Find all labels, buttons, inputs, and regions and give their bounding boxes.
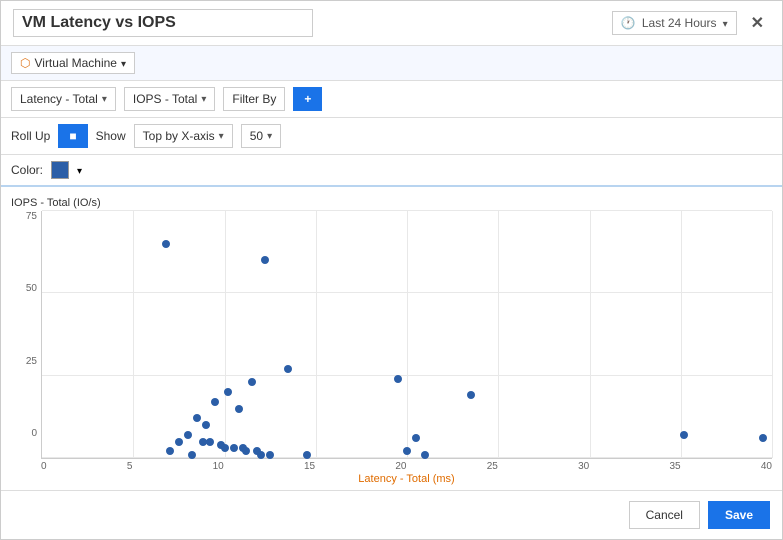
x-tick-20: 20	[395, 461, 406, 472]
vm-label: Virtual Machine	[34, 56, 117, 70]
color-label: Color:	[11, 163, 43, 177]
roll-up-label: Roll Up	[11, 129, 50, 143]
scatter-dot	[235, 405, 243, 413]
x-tick-30: 30	[578, 461, 589, 472]
scatter-dot	[467, 391, 475, 399]
vm-selector[interactable]: ⬡ Virtual Machine	[11, 52, 135, 74]
clock-icon: 🕐	[621, 16, 636, 30]
scatter-dot	[230, 444, 238, 452]
vm-icon: ⬡	[20, 56, 30, 70]
color-swatch[interactable]	[51, 161, 69, 179]
x-tick-25: 25	[487, 461, 498, 472]
top-by-dropdown[interactable]: Top by X-axis	[134, 124, 233, 148]
latency-label: Latency - Total	[20, 92, 98, 106]
scatter-dot	[680, 431, 688, 439]
y-axis: 75 50 25 0	[11, 211, 41, 459]
grid-v-25	[498, 211, 499, 458]
latency-chevron-icon	[102, 94, 107, 105]
scatter-dot	[421, 451, 429, 459]
x-tick-0: 0	[41, 461, 47, 472]
scatter-dot	[193, 414, 201, 422]
scatter-dot	[211, 398, 219, 406]
scatter-dot	[221, 444, 229, 452]
x-tick-40: 40	[761, 461, 772, 472]
scatter-dot	[403, 447, 411, 455]
x-tick-5: 5	[127, 461, 133, 472]
save-button[interactable]: Save	[708, 501, 770, 529]
scatter-dot	[242, 447, 250, 455]
grid-v-40	[772, 211, 773, 458]
scatter-dot	[248, 378, 256, 386]
iops-dropdown[interactable]: IOPS - Total	[124, 87, 216, 111]
dialog-header: VM Latency vs IOPS 🕐 Last 24 Hours ✕	[1, 1, 782, 46]
scatter-dot	[284, 365, 292, 373]
scatter-dot	[257, 451, 265, 459]
scatter-dot	[759, 434, 767, 442]
cancel-button[interactable]: Cancel	[629, 501, 700, 529]
scatter-dot	[166, 447, 174, 455]
y-tick-25: 25	[26, 356, 37, 367]
scatter-dot	[162, 240, 170, 248]
scatter-dot	[206, 438, 214, 446]
iops-label: IOPS - Total	[133, 92, 197, 106]
vm-toolbar-row: ⬡ Virtual Machine	[1, 46, 782, 81]
time-selector[interactable]: 🕐 Last 24 Hours	[612, 11, 737, 35]
grid-v-15	[316, 211, 317, 458]
y-tick-75: 75	[26, 211, 37, 222]
close-button[interactable]: ✕	[745, 11, 770, 35]
y-tick-50: 50	[26, 283, 37, 294]
dialog-title[interactable]: VM Latency vs IOPS	[13, 9, 313, 37]
y-axis-label: IOPS - Total (IO/s)	[11, 197, 772, 209]
grid-v-10	[225, 211, 226, 458]
chart-container: 75 50 25 0	[11, 211, 772, 459]
dialog-footer: Cancel Save	[1, 490, 782, 539]
x-tick-15: 15	[304, 461, 315, 472]
top-by-chevron-icon	[219, 131, 224, 142]
scatter-dot	[261, 256, 269, 264]
controls-row: Latency - Total IOPS - Total Filter By +	[1, 81, 782, 118]
time-label: Last 24 Hours	[642, 16, 717, 30]
vm-chevron-icon	[121, 56, 126, 70]
scatter-dot	[394, 375, 402, 383]
dialog: VM Latency vs IOPS 🕐 Last 24 Hours ✕ ⬡ V…	[0, 0, 783, 540]
scatter-dot	[188, 451, 196, 459]
iops-chevron-icon	[201, 94, 206, 105]
top-by-label: Top by X-axis	[143, 129, 215, 143]
time-chevron-icon	[723, 16, 728, 30]
scatter-dot	[175, 438, 183, 446]
x-tick-35: 35	[670, 461, 681, 472]
header-right: 🕐 Last 24 Hours ✕	[612, 11, 770, 35]
roll-up-row: Roll Up ■ Show Top by X-axis 50	[1, 118, 782, 155]
grid-v-5	[133, 211, 134, 458]
filter-by-button[interactable]: Filter By	[223, 87, 285, 111]
top-count-chevron-icon	[267, 131, 272, 142]
x-axis-label: Latency - Total (ms)	[11, 473, 772, 485]
add-filter-button[interactable]: +	[293, 87, 322, 111]
x-tick-10: 10	[213, 461, 224, 472]
scatter-dot	[184, 431, 192, 439]
chart-area: IOPS - Total (IO/s) 75 50 25 0	[1, 187, 782, 490]
grid-v-30	[590, 211, 591, 458]
color-row: Color:	[1, 155, 782, 187]
chart-plot	[41, 211, 772, 459]
scatter-dot	[202, 421, 210, 429]
color-chevron-icon	[77, 163, 82, 177]
grid-v-20	[407, 211, 408, 458]
latency-dropdown[interactable]: Latency - Total	[11, 87, 116, 111]
scatter-dot	[224, 388, 232, 396]
show-label: Show	[96, 129, 126, 143]
scatter-dot	[303, 451, 311, 459]
top-count-dropdown[interactable]: 50	[241, 124, 281, 148]
roll-up-toggle[interactable]: ■	[58, 124, 87, 148]
y-tick-0: 0	[31, 428, 37, 439]
scatter-dot	[266, 451, 274, 459]
x-axis: 0 5 10 15 20 25 30 35 40	[11, 461, 772, 472]
scatter-dot	[412, 434, 420, 442]
grid-v-35	[681, 211, 682, 458]
top-count-value: 50	[250, 129, 263, 143]
